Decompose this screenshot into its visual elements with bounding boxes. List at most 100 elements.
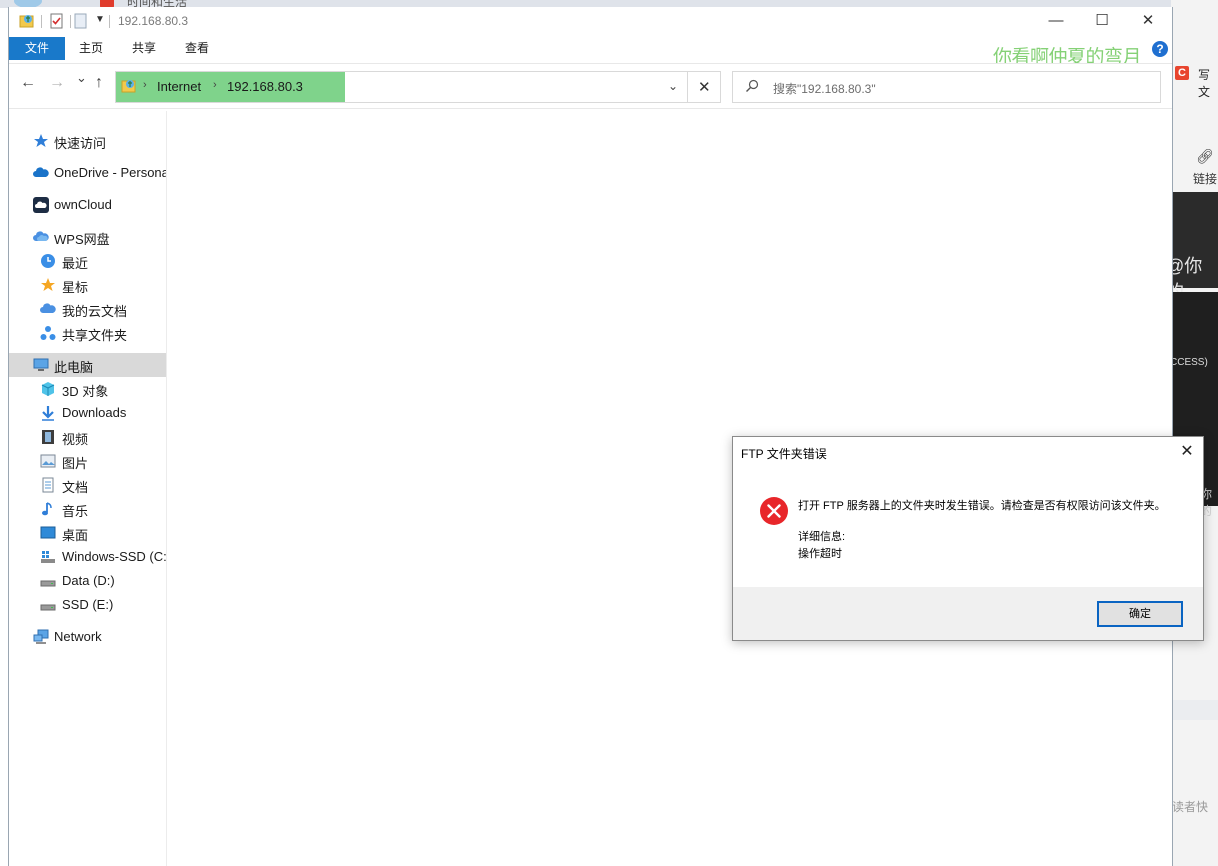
address-dropdown-icon[interactable]: ⌄ — [668, 79, 678, 93]
sidebar-item-label: 此电脑 — [54, 360, 94, 375]
picture-icon — [40, 454, 56, 468]
title-bar: ▼ 192.168.80.3 — ☐ ✕ — [9, 7, 1172, 37]
tab-file[interactable]: 文件 — [9, 37, 65, 60]
music-icon — [42, 502, 52, 516]
address-bar[interactable]: › Internet › 192.168.80.3 ⌄ ✕ — [115, 71, 721, 103]
onedrive-icon — [33, 167, 49, 177]
stop-loading-button[interactable]: ✕ — [698, 78, 711, 96]
sidebar-item-3d-objects[interactable]: 3D 对象 — [9, 377, 166, 401]
sidebar-item-pictures[interactable]: 图片 — [9, 449, 166, 473]
search-icon — [746, 79, 759, 92]
csdn-logo-icon: C — [1175, 66, 1189, 80]
windows-drive-icon — [41, 551, 55, 563]
background-link-label: 链接 — [1193, 172, 1218, 186]
sidebar-item-label: 共享文件夹 — [62, 328, 128, 343]
sidebar-item-wps-cloud[interactable]: WPS网盘 — [9, 225, 166, 249]
toolbar-separator — [109, 15, 110, 28]
error-icon — [760, 497, 788, 525]
download-icon — [42, 406, 54, 421]
sidebar-item-label: OneDrive - Persona — [54, 165, 167, 180]
dialog-detail: 操作超时 — [798, 548, 842, 560]
sidebar-item-drive-d[interactable]: Data (D:) — [9, 569, 166, 593]
back-button[interactable]: ← — [20, 74, 36, 92]
sidebar-item-drive-e[interactable]: SSD (E:) — [9, 593, 166, 617]
sidebar-item-label: 快速访问 — [54, 136, 107, 151]
sidebar-item-label: 视频 — [62, 432, 89, 447]
sidebar-item-label: 文档 — [62, 480, 89, 495]
sidebar-item-starred[interactable]: 星标 — [9, 273, 166, 297]
breadcrumb-chevron-icon[interactable]: › — [213, 79, 217, 91]
dialog-title: FTP 文件夹错误 — [741, 447, 827, 461]
sidebar-item-cloud-docs[interactable]: 我的云文档 — [9, 297, 166, 321]
this-pc-icon — [33, 358, 49, 371]
document-icon — [42, 477, 54, 493]
search-box[interactable]: 搜索"192.168.80.3" — [732, 71, 1161, 103]
maximize-button[interactable]: ☐ — [1079, 7, 1125, 37]
navigation-bar: ← → ⌄ ↑ › Internet › 192.168.80.3 ⌄ ✕ 搜索… — [9, 63, 1172, 109]
breadcrumb-host[interactable]: 192.168.80.3 — [227, 79, 303, 94]
sidebar-item-desktop[interactable]: 桌面 — [9, 521, 166, 545]
sidebar-item-downloads[interactable]: Downloads — [9, 401, 166, 425]
dialog-close-button[interactable]: ✕ — [1176, 441, 1198, 463]
sidebar-item-shared-folder[interactable]: 共享文件夹 — [9, 321, 166, 345]
sidebar-item-drive-c[interactable]: Windows-SSD (C:) — [9, 545, 166, 569]
ftp-error-dialog: FTP 文件夹错误 ✕ 打开 FTP 服务器上的文件夹时发生错误。请检查是否有权… — [732, 436, 1204, 641]
breadcrumb-internet[interactable]: Internet — [157, 79, 201, 94]
sidebar-item-label: 音乐 — [62, 504, 89, 519]
window-title: 192.168.80.3 — [118, 14, 189, 28]
sidebar-item-music[interactable]: 音乐 — [9, 497, 166, 521]
forward-button[interactable]: → — [49, 74, 65, 92]
background-success-text: CCESS) — [1170, 357, 1208, 368]
video-icon — [42, 430, 54, 444]
sidebar-item-label: Windows-SSD (C:) — [62, 549, 167, 564]
sidebar-item-label: Data (D:) — [62, 573, 115, 588]
sidebar-item-this-pc[interactable]: 此电脑 — [9, 353, 166, 377]
tab-share[interactable]: 共享 — [125, 37, 163, 60]
properties-icon[interactable] — [49, 13, 65, 29]
new-folder-icon[interactable] — [73, 13, 89, 29]
sidebar-item-label: 3D 对象 — [62, 384, 109, 399]
sidebar-item-label: Downloads — [62, 405, 127, 420]
ribbon: 文件 主页 共享 查看 你看啊仲夏的弯月 ? — [9, 37, 1172, 68]
sidebar-item-label: 最近 — [62, 256, 89, 271]
ok-button[interactable]: 确定 — [1097, 601, 1183, 627]
up-button[interactable]: ↑ — [95, 74, 103, 92]
sidebar-item-recent[interactable]: 最近 — [9, 249, 166, 273]
recent-locations-button[interactable]: ⌄ — [76, 70, 87, 86]
sidebar-item-label: 桌面 — [62, 528, 89, 543]
desktop-icon — [40, 526, 56, 539]
background-write-button[interactable]: 写文 — [1198, 66, 1218, 100]
shared-folder-icon — [40, 326, 56, 340]
ftp-folder-icon — [19, 15, 34, 28]
sidebar-item-label: SSD (E:) — [62, 597, 114, 612]
sidebar-item-quick-access[interactable]: 快速访问 — [9, 129, 166, 153]
breadcrumb-chevron-icon[interactable]: › — [143, 79, 147, 91]
dialog-detail-label: 详细信息: — [798, 531, 846, 543]
sidebar-item-owncloud[interactable]: ownCloud — [9, 193, 166, 217]
address-divider — [687, 72, 688, 102]
clock-icon — [41, 254, 55, 268]
owncloud-icon — [33, 197, 49, 213]
star-filled-icon — [41, 278, 55, 291]
toolbar-separator — [41, 15, 42, 28]
sidebar-item-onedrive[interactable]: OneDrive - Persona — [9, 161, 166, 185]
tab-home[interactable]: 主页 — [72, 37, 110, 60]
toolbar-separator — [70, 15, 71, 28]
sidebar-item-documents[interactable]: 文档 — [9, 473, 166, 497]
sidebar-item-label: 图片 — [62, 456, 89, 471]
sidebar-item-label: Network — [54, 629, 102, 644]
sidebar-item-videos[interactable]: 视频 — [9, 425, 166, 449]
sidebar-item-network[interactable]: Network — [9, 625, 166, 649]
sidebar-item-label: WPS网盘 — [54, 232, 110, 247]
minimize-button[interactable]: — — [1033, 7, 1079, 37]
background-reader-text: 读者快 — [1172, 800, 1209, 814]
sidebar-item-label: 我的云文档 — [62, 304, 128, 319]
link-icon[interactable]: 🔗︎ — [1196, 148, 1214, 165]
search-input[interactable]: 搜索"192.168.80.3" — [773, 80, 876, 97]
close-button[interactable]: ✕ — [1125, 7, 1171, 37]
help-icon[interactable]: ? — [1152, 41, 1168, 57]
sidebar-item-label: 星标 — [62, 280, 89, 295]
quick-access-dropdown-icon[interactable]: ▼ — [95, 14, 105, 25]
dialog-footer: 确定 — [733, 587, 1203, 640]
tab-view[interactable]: 查看 — [178, 37, 216, 60]
